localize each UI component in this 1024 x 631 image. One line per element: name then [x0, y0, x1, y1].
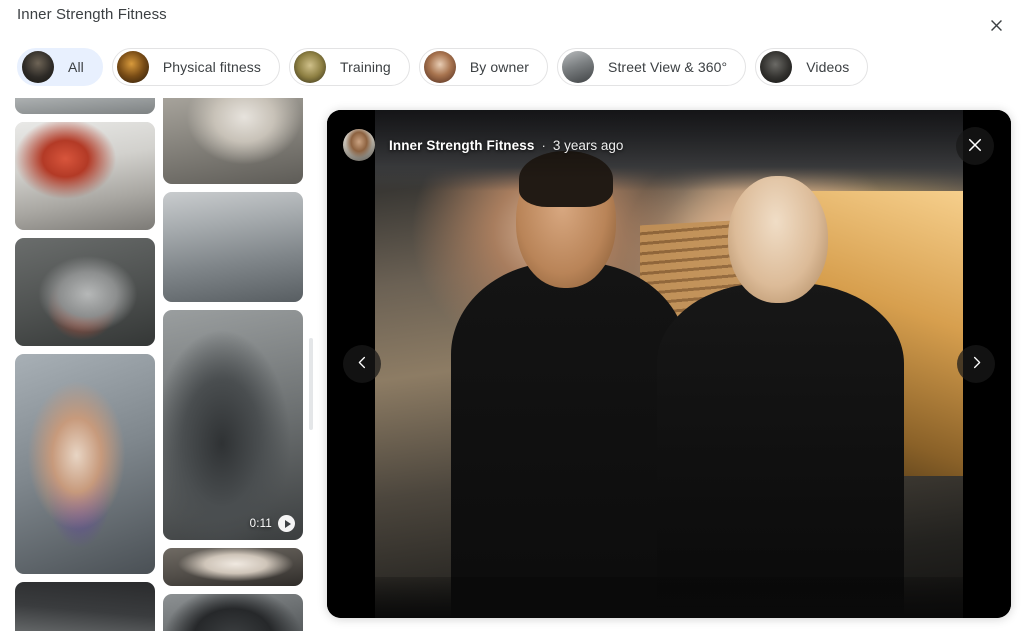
- video-person-right-head: [727, 176, 828, 304]
- thumbnail-column-left: [15, 98, 155, 631]
- thumbnail-trainer-in-gym[interactable]: [15, 582, 155, 631]
- photo-gallery-dialog: Inner Strength Fitness All Physical fitn…: [0, 0, 1024, 631]
- chip-thumbnail-icon: [116, 51, 149, 83]
- video-person-left: [451, 262, 687, 618]
- close-dialog-button[interactable]: [981, 12, 1011, 42]
- chip-thumbnail-icon: [760, 51, 793, 83]
- previous-media-button[interactable]: [343, 345, 381, 383]
- close-icon: [966, 136, 984, 157]
- video-channel-name[interactable]: Inner Strength Fitness: [389, 138, 534, 153]
- chip-all[interactable]: All: [17, 48, 103, 86]
- chip-label: Videos: [806, 59, 850, 75]
- chip-thumbnail-icon: [423, 51, 456, 83]
- thumbnail-image: [15, 238, 155, 346]
- thumbnail-grid-pane[interactable]: 0:11: [0, 98, 320, 631]
- chip-thumbnail-icon: [562, 51, 594, 83]
- dialog-header: Inner Strength Fitness: [0, 0, 1024, 36]
- thumbnail-image: [15, 98, 155, 114]
- thumbnail-cable-machine[interactable]: [163, 594, 303, 631]
- video-frame: [375, 110, 963, 618]
- chip-label: By owner: [469, 59, 529, 75]
- video-person-right: [657, 282, 905, 618]
- thumbnail-column-right: 0:11: [163, 98, 303, 631]
- video-meta: Inner Strength Fitness · 3 years ago: [389, 138, 623, 153]
- thumbnail-image: [15, 582, 155, 631]
- video-duration-badge: 0:11: [250, 515, 295, 532]
- chip-by-owner[interactable]: By owner: [418, 48, 548, 86]
- video-floor: [375, 577, 963, 618]
- thumbnail-deadlift-video[interactable]: 0:11: [163, 310, 303, 540]
- thumbnail-image: [15, 354, 155, 574]
- thumbnail-image: [15, 122, 155, 230]
- close-video-button[interactable]: [956, 127, 994, 165]
- avatar[interactable]: [343, 129, 375, 161]
- category-filter-chips[interactable]: All Physical fitness Training By owner S…: [17, 44, 1017, 90]
- thumbnail-owner-portrait[interactable]: [163, 98, 303, 184]
- chip-physical-fitness[interactable]: Physical fitness: [111, 48, 280, 86]
- thumbnail-woman-overhead-press[interactable]: [15, 354, 155, 574]
- chip-thumbnail-icon: [22, 51, 54, 83]
- thumbnail-gym-equipment-top[interactable]: [15, 98, 155, 114]
- chip-label: All: [68, 59, 84, 75]
- video-duration-label: 0:11: [249, 517, 272, 530]
- thumbnail-image: [163, 594, 303, 631]
- thumbnail-grid: 0:11: [15, 98, 307, 631]
- play-icon[interactable]: [278, 515, 295, 532]
- thumbnail-image: [163, 192, 303, 302]
- chip-thumbnail-icon: [293, 51, 326, 83]
- close-icon: [988, 17, 1005, 37]
- thumbnail-gym-bench[interactable]: [163, 548, 303, 586]
- thumbnail-woman-dumbbell-row[interactable]: [15, 122, 155, 230]
- chip-street-view-360[interactable]: Street View & 360°: [557, 48, 747, 86]
- thumbnail-image: [163, 548, 303, 586]
- thumbnail-image: [163, 98, 303, 184]
- chip-label: Training: [339, 59, 391, 75]
- thumbnail-woman-barbell-squat[interactable]: [15, 238, 155, 346]
- grid-scrollbar[interactable]: [309, 338, 313, 430]
- chip-training[interactable]: Training: [288, 48, 410, 86]
- chevron-right-icon: [969, 355, 984, 373]
- thumbnail-image: [163, 310, 303, 540]
- chip-videos[interactable]: Videos: [755, 48, 869, 86]
- next-media-button[interactable]: [957, 345, 995, 383]
- chip-label: Street View & 360°: [608, 59, 728, 75]
- video-upload-age: 3 years ago: [552, 137, 624, 153]
- thumbnail-street-view-building[interactable]: [163, 192, 303, 302]
- video-viewer-overlay: Inner Strength Fitness · 3 years ago: [327, 110, 1011, 618]
- video-player[interactable]: [327, 110, 1011, 618]
- video-meta-separator: ·: [541, 137, 546, 153]
- chip-label: Physical fitness: [162, 59, 261, 75]
- video-person-left-hair: [519, 150, 614, 207]
- chevron-left-icon: [355, 355, 370, 373]
- page-title: Inner Strength Fitness: [17, 6, 167, 23]
